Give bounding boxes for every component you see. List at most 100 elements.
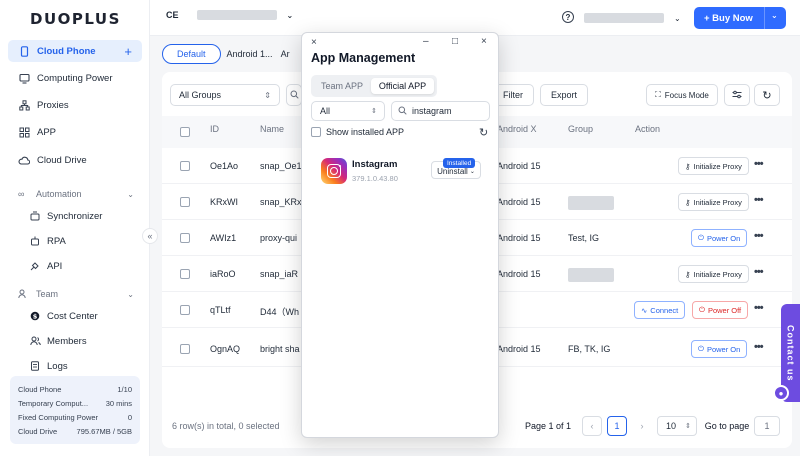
settings-sliders-button[interactable]	[724, 84, 750, 106]
row-checkbox[interactable]	[180, 161, 190, 171]
search-value: instagram	[412, 106, 452, 116]
power-on-button[interactable]: ⏻ Power On	[691, 229, 748, 247]
cell-group: FB, TK, IG	[568, 344, 611, 354]
usage-value: 795.67MB / 5GB	[76, 426, 132, 436]
group-tabs: Default Android 1... Ar	[162, 44, 292, 64]
sidebar-item-members[interactable]: Members	[30, 332, 87, 350]
tab-truncated[interactable]: Ar	[279, 44, 292, 64]
column-header-name[interactable]: Name	[260, 124, 284, 134]
window-close-icon[interactable]: ×	[481, 36, 487, 47]
next-page-button[interactable]: ›	[632, 416, 652, 436]
add-cloud-phone-icon[interactable]: +	[124, 44, 132, 59]
workspace-selector[interactable]: CE ⌄	[166, 10, 293, 20]
minimize-icon[interactable]: –	[423, 36, 429, 47]
group-select[interactable]: All Groups ⇕	[170, 84, 280, 106]
more-options-icon[interactable]: •••	[754, 266, 764, 278]
team-section-toggle[interactable]: Team ⌄	[18, 286, 134, 302]
search-input[interactable]	[286, 84, 302, 106]
usage-panel: Cloud Phone 1/10 Temporary Comput... 30 mi…	[10, 376, 140, 444]
cell-name[interactable]: proxy-qui	[260, 233, 297, 243]
initialize-proxy-button[interactable]: ⚷ Initialize Proxy	[678, 157, 749, 175]
show-installed-checkbox[interactable]	[311, 127, 321, 137]
buy-now-label: + Buy Now	[704, 12, 753, 24]
cell-name[interactable]: snap_Oe1	[260, 161, 302, 171]
go-to-page-input[interactable]: 1	[754, 416, 780, 436]
account-menu[interactable]: ⌄	[584, 13, 681, 23]
automation-label: Automation	[36, 189, 82, 199]
usage-row: Temporary Comput... 30 mins	[18, 396, 132, 410]
prev-page-button[interactable]: ‹	[582, 416, 602, 436]
help-icon[interactable]: ?	[562, 11, 574, 23]
select-all-checkbox[interactable]	[180, 127, 190, 137]
chevron-down-icon: ⌄	[469, 169, 475, 175]
row-checkbox[interactable]	[180, 305, 190, 315]
redacted-group	[568, 268, 614, 282]
initialize-proxy-button[interactable]: ⚷ Initialize Proxy	[678, 265, 749, 283]
show-installed-toggle[interactable]: Show installed APP	[311, 127, 404, 137]
sidebar-item-label: Proxies	[37, 99, 69, 111]
collapse-sidebar-button[interactable]: «	[142, 228, 158, 244]
cell-name[interactable]: bright sha	[260, 344, 300, 354]
app-search-input[interactable]: instagram	[391, 101, 490, 121]
members-icon	[30, 336, 41, 346]
export-button[interactable]: Export	[540, 84, 588, 106]
power-off-button[interactable]: ⏻ Power Off	[692, 301, 749, 319]
tab-official-app[interactable]: Official APP	[371, 78, 434, 94]
action-label: Initialize Proxy	[693, 197, 742, 207]
row-checkbox[interactable]	[180, 197, 190, 207]
more-options-icon[interactable]: •••	[754, 341, 764, 353]
cell-id: qTLtf	[210, 305, 231, 315]
more-options-icon[interactable]: •••	[754, 302, 764, 314]
cell-name[interactable]: snap_iaR	[260, 269, 298, 279]
sidebar-item-rpa[interactable]: RPA	[30, 232, 66, 250]
row-checkbox[interactable]	[180, 233, 190, 243]
close-icon[interactable]: ×	[311, 37, 317, 48]
more-options-icon[interactable]: •••	[754, 158, 764, 170]
sidebar-item-proxies[interactable]: Proxies	[8, 94, 142, 116]
chat-icon[interactable]: ●	[773, 385, 789, 401]
more-options-icon[interactable]: •••	[754, 230, 764, 242]
sidebar-item-cloud-drive[interactable]: Cloud Drive	[8, 149, 142, 171]
sidebar-item-logs[interactable]: Logs	[30, 357, 68, 375]
tab-team-app[interactable]: Team APP	[315, 78, 369, 94]
action-label: Power Off	[707, 305, 742, 315]
buy-now-button[interactable]: + Buy Now ⌄	[694, 7, 786, 29]
refresh-icon[interactable]: ↻	[479, 126, 488, 139]
usage-label: Cloud Phone	[18, 384, 62, 394]
cell-os: Android 15	[497, 161, 541, 171]
network-icon	[18, 99, 30, 111]
sidebar-item-computing-power[interactable]: Computing Power	[8, 67, 142, 89]
column-header-os[interactable]: Android X	[497, 124, 537, 134]
plug-icon	[30, 261, 41, 271]
tab-default[interactable]: Default	[162, 44, 221, 64]
column-header-id[interactable]: ID	[210, 124, 219, 134]
cell-name[interactable]: D44（Wh	[260, 305, 299, 318]
page-1-button[interactable]: 1	[607, 416, 627, 436]
focus-mode-button[interactable]: ⛶ Focus Mode	[646, 84, 718, 106]
sidebar-item-cloud-phone[interactable]: Cloud Phone +	[8, 40, 142, 62]
page-size-select[interactable]: 10 ⇕	[657, 416, 697, 436]
maximize-icon[interactable]: □	[452, 36, 458, 47]
cell-name[interactable]: snap_KRx	[260, 197, 302, 207]
initialize-proxy-button[interactable]: ⚷ Initialize Proxy	[678, 193, 749, 211]
cell-id: Oe1Ao	[210, 161, 239, 171]
connect-button[interactable]: ∿ Connect	[634, 301, 686, 319]
tab-android[interactable]: Android 1...	[221, 44, 279, 64]
automation-section-toggle[interactable]: ∞ Automation ⌄	[18, 186, 134, 202]
row-count-summary: 6 row(s) in total, 0 selected	[172, 421, 280, 431]
column-header-group[interactable]: Group	[568, 124, 593, 134]
power-on-button[interactable]: ⏻ Power On	[691, 340, 748, 358]
row-checkbox[interactable]	[180, 344, 190, 354]
sidebar-item-label: Logs	[47, 360, 68, 372]
column-header-action[interactable]: Action	[635, 124, 660, 134]
sidebar-item-api[interactable]: API	[30, 257, 62, 275]
app-filter-select[interactable]: All ⇕	[311, 101, 385, 121]
refresh-button[interactable]: ↻	[754, 84, 780, 106]
more-options-icon[interactable]: •••	[754, 194, 764, 206]
cloud-icon	[18, 154, 30, 166]
chevron-down-icon[interactable]: ⌄	[771, 11, 778, 20]
sidebar-item-app[interactable]: APP	[8, 121, 142, 143]
sidebar-item-cost-center[interactable]: $ Cost Center	[30, 307, 98, 325]
sidebar-item-synchronizer[interactable]: Synchronizer	[30, 207, 102, 225]
row-checkbox[interactable]	[180, 269, 190, 279]
